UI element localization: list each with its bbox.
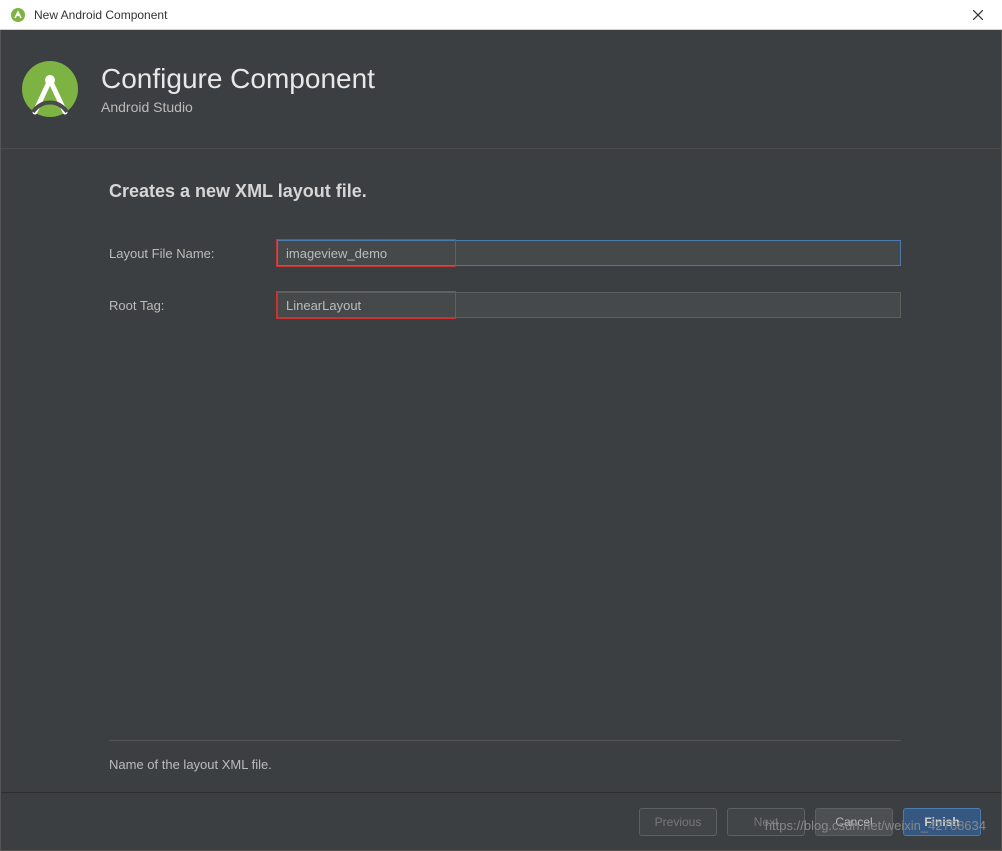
main: Creates a new XML layout file. Layout Fi…	[1, 149, 1001, 792]
close-button[interactable]	[964, 7, 992, 23]
titlebar-left: New Android Component	[10, 7, 167, 23]
layout-file-name-label: Layout File Name:	[109, 246, 277, 261]
section-title: Creates a new XML layout file.	[109, 181, 901, 202]
content-area: Configure Component Android Studio Creat…	[0, 30, 1002, 851]
layout-file-name-input-wrap	[277, 240, 901, 266]
window-title: New Android Component	[34, 8, 167, 22]
android-studio-icon	[10, 7, 26, 23]
header-text: Configure Component Android Studio	[101, 63, 375, 115]
header-title: Configure Component	[101, 63, 375, 95]
next-button[interactable]: Next	[727, 808, 805, 836]
footer-hint: Name of the layout XML file.	[109, 740, 901, 772]
header: Configure Component Android Studio	[1, 30, 1001, 149]
root-tag-label: Root Tag:	[109, 298, 277, 313]
form-row-layout-file-name: Layout File Name:	[109, 240, 901, 266]
window: New Android Component Configure Compone	[0, 0, 1002, 851]
button-bar: Previous Next Cancel Finish	[1, 792, 1001, 850]
finish-button[interactable]: Finish	[903, 808, 981, 836]
header-subtitle: Android Studio	[101, 99, 375, 115]
previous-button[interactable]: Previous	[639, 808, 717, 836]
cancel-button[interactable]: Cancel	[815, 808, 893, 836]
form-row-root-tag: Root Tag:	[109, 292, 901, 318]
root-tag-input-wrap	[277, 292, 901, 318]
titlebar: New Android Component	[0, 0, 1002, 30]
root-tag-input[interactable]	[277, 292, 901, 318]
android-studio-logo-icon	[21, 60, 79, 118]
layout-file-name-input[interactable]	[277, 240, 901, 266]
